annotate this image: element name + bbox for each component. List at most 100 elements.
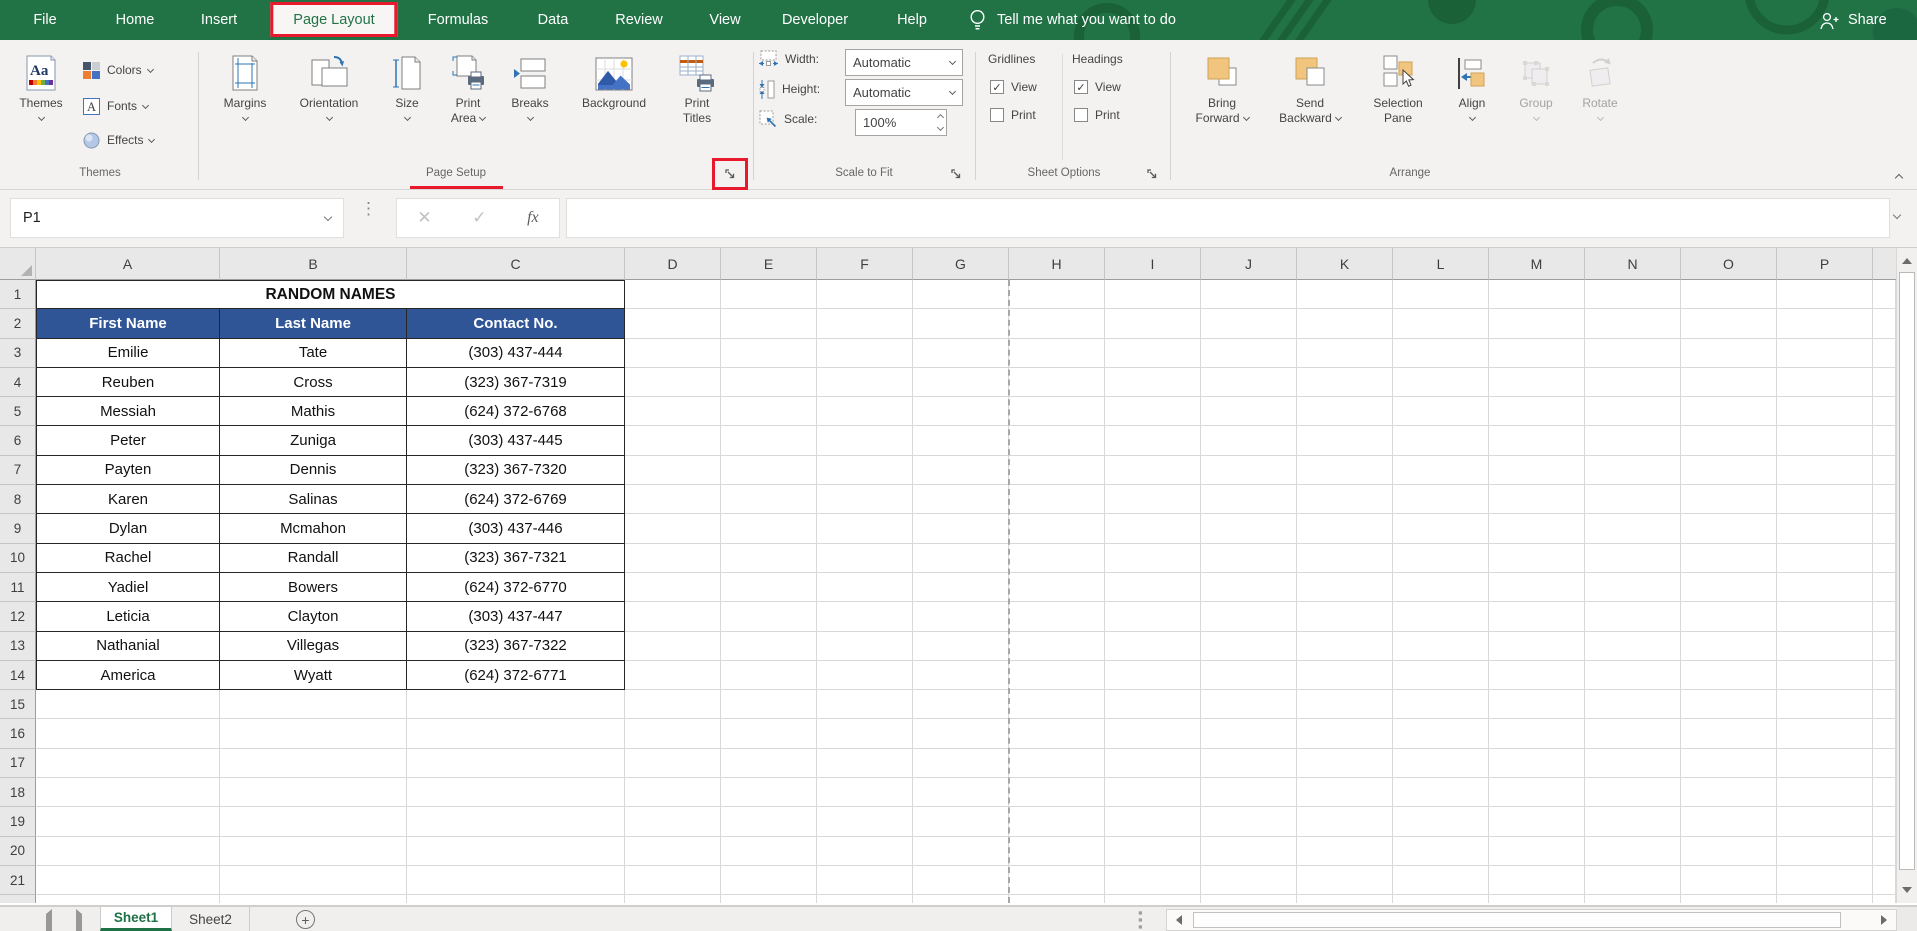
- scroll-up-button[interactable]: [1897, 250, 1917, 272]
- table-data-cell[interactable]: (323) 367-7322: [407, 632, 625, 661]
- cell[interactable]: [1393, 632, 1489, 661]
- select-all-corner[interactable]: [0, 248, 36, 280]
- table-data-cell[interactable]: (624) 372-6770: [407, 573, 625, 602]
- cell[interactable]: [1105, 426, 1201, 455]
- menu-tab-insert[interactable]: Insert: [201, 0, 237, 40]
- cell[interactable]: [913, 807, 1009, 836]
- cell[interactable]: [1681, 749, 1777, 778]
- cell[interactable]: [1009, 866, 1105, 895]
- table-data-cell[interactable]: Mcmahon: [220, 514, 407, 543]
- cell[interactable]: [1201, 397, 1297, 426]
- cell[interactable]: [817, 837, 913, 866]
- cell[interactable]: [1297, 719, 1393, 748]
- cell[interactable]: [1297, 456, 1393, 485]
- cell[interactable]: [721, 397, 817, 426]
- cell[interactable]: [1393, 895, 1489, 903]
- cell[interactable]: [407, 895, 625, 903]
- cell[interactable]: [1105, 632, 1201, 661]
- cell[interactable]: [1105, 280, 1201, 309]
- cell[interactable]: [1489, 866, 1585, 895]
- menu-tab-developer[interactable]: Developer: [782, 0, 848, 40]
- breaks-button[interactable]: Breaks: [501, 50, 559, 162]
- cell[interactable]: [1393, 339, 1489, 368]
- headings-print-checkbox-row[interactable]: Print: [1074, 108, 1120, 122]
- gridlines-print-checkbox-row[interactable]: Print: [990, 108, 1036, 122]
- cell[interactable]: [1393, 368, 1489, 397]
- cell[interactable]: [1393, 309, 1489, 338]
- cell[interactable]: [721, 280, 817, 309]
- cell[interactable]: [625, 339, 721, 368]
- cell[interactable]: [1873, 866, 1896, 895]
- cell[interactable]: [407, 749, 625, 778]
- row-header-7[interactable]: 7: [0, 456, 36, 485]
- cell[interactable]: [913, 280, 1009, 309]
- cell[interactable]: [1585, 749, 1681, 778]
- cell[interactable]: [220, 895, 407, 903]
- cell[interactable]: [1105, 602, 1201, 631]
- cell[interactable]: [1009, 456, 1105, 485]
- cell[interactable]: [1009, 719, 1105, 748]
- cell[interactable]: [1585, 485, 1681, 514]
- cell[interactable]: [913, 456, 1009, 485]
- insert-function-icon[interactable]: fx: [527, 209, 539, 227]
- cell[interactable]: [1009, 280, 1105, 309]
- table-data-cell[interactable]: (624) 372-6771: [407, 661, 625, 690]
- tell-me-box[interactable]: Tell me what you want to do: [968, 0, 1176, 40]
- cell[interactable]: [721, 778, 817, 807]
- cell[interactable]: [36, 807, 220, 836]
- column-header-n[interactable]: N: [1585, 248, 1681, 280]
- table-data-cell[interactable]: Clayton: [220, 602, 407, 631]
- cell[interactable]: [1585, 807, 1681, 836]
- row-header-2[interactable]: 2: [0, 309, 36, 338]
- cell[interactable]: [1105, 456, 1201, 485]
- cell[interactable]: [817, 866, 913, 895]
- cell[interactable]: [1201, 837, 1297, 866]
- cell[interactable]: [817, 632, 913, 661]
- cell[interactable]: [817, 602, 913, 631]
- enter-icon[interactable]: ✓: [472, 208, 486, 228]
- cell[interactable]: [1681, 632, 1777, 661]
- menu-tab-file[interactable]: File: [33, 0, 56, 40]
- scroll-left-button[interactable]: [1169, 910, 1189, 930]
- cell[interactable]: [1201, 749, 1297, 778]
- cell[interactable]: [817, 895, 913, 903]
- cell[interactable]: [1873, 837, 1896, 866]
- cell[interactable]: [1201, 280, 1297, 309]
- menu-tab-help[interactable]: Help: [897, 0, 927, 40]
- table-title-cell[interactable]: RANDOM NAMES: [36, 280, 625, 309]
- menu-tab-view[interactable]: View: [709, 0, 740, 40]
- cell[interactable]: [1009, 514, 1105, 543]
- cell[interactable]: [1393, 837, 1489, 866]
- cell[interactable]: [1489, 368, 1585, 397]
- cell[interactable]: [1105, 544, 1201, 573]
- cell[interactable]: [1105, 719, 1201, 748]
- cell[interactable]: [721, 339, 817, 368]
- cell[interactable]: [1681, 895, 1777, 903]
- cell[interactable]: [1489, 309, 1585, 338]
- cell[interactable]: [1681, 573, 1777, 602]
- cell[interactable]: [1777, 485, 1873, 514]
- cell[interactable]: [913, 661, 1009, 690]
- table-data-cell[interactable]: (624) 372-6768: [407, 397, 625, 426]
- cell[interactable]: [1777, 602, 1873, 631]
- cell[interactable]: [1777, 632, 1873, 661]
- cell[interactable]: [1873, 573, 1896, 602]
- cell[interactable]: [913, 690, 1009, 719]
- cell[interactable]: [1873, 426, 1896, 455]
- cell[interactable]: [1681, 280, 1777, 309]
- cell[interactable]: [1297, 485, 1393, 514]
- horizontal-scrollbar[interactable]: [1166, 909, 1897, 931]
- cell[interactable]: [625, 866, 721, 895]
- share-button[interactable]: Share: [1818, 0, 1887, 40]
- cell[interactable]: [1489, 514, 1585, 543]
- column-header-d[interactable]: D: [625, 248, 721, 280]
- cell[interactable]: [1393, 778, 1489, 807]
- cell[interactable]: [1201, 807, 1297, 836]
- table-data-cell[interactable]: Villegas: [220, 632, 407, 661]
- table-data-cell[interactable]: Salinas: [220, 485, 407, 514]
- table-data-cell[interactable]: Wyatt: [220, 661, 407, 690]
- cell[interactable]: [1873, 309, 1896, 338]
- cell[interactable]: [1873, 807, 1896, 836]
- cell[interactable]: [817, 807, 913, 836]
- table-data-cell[interactable]: Bowers: [220, 573, 407, 602]
